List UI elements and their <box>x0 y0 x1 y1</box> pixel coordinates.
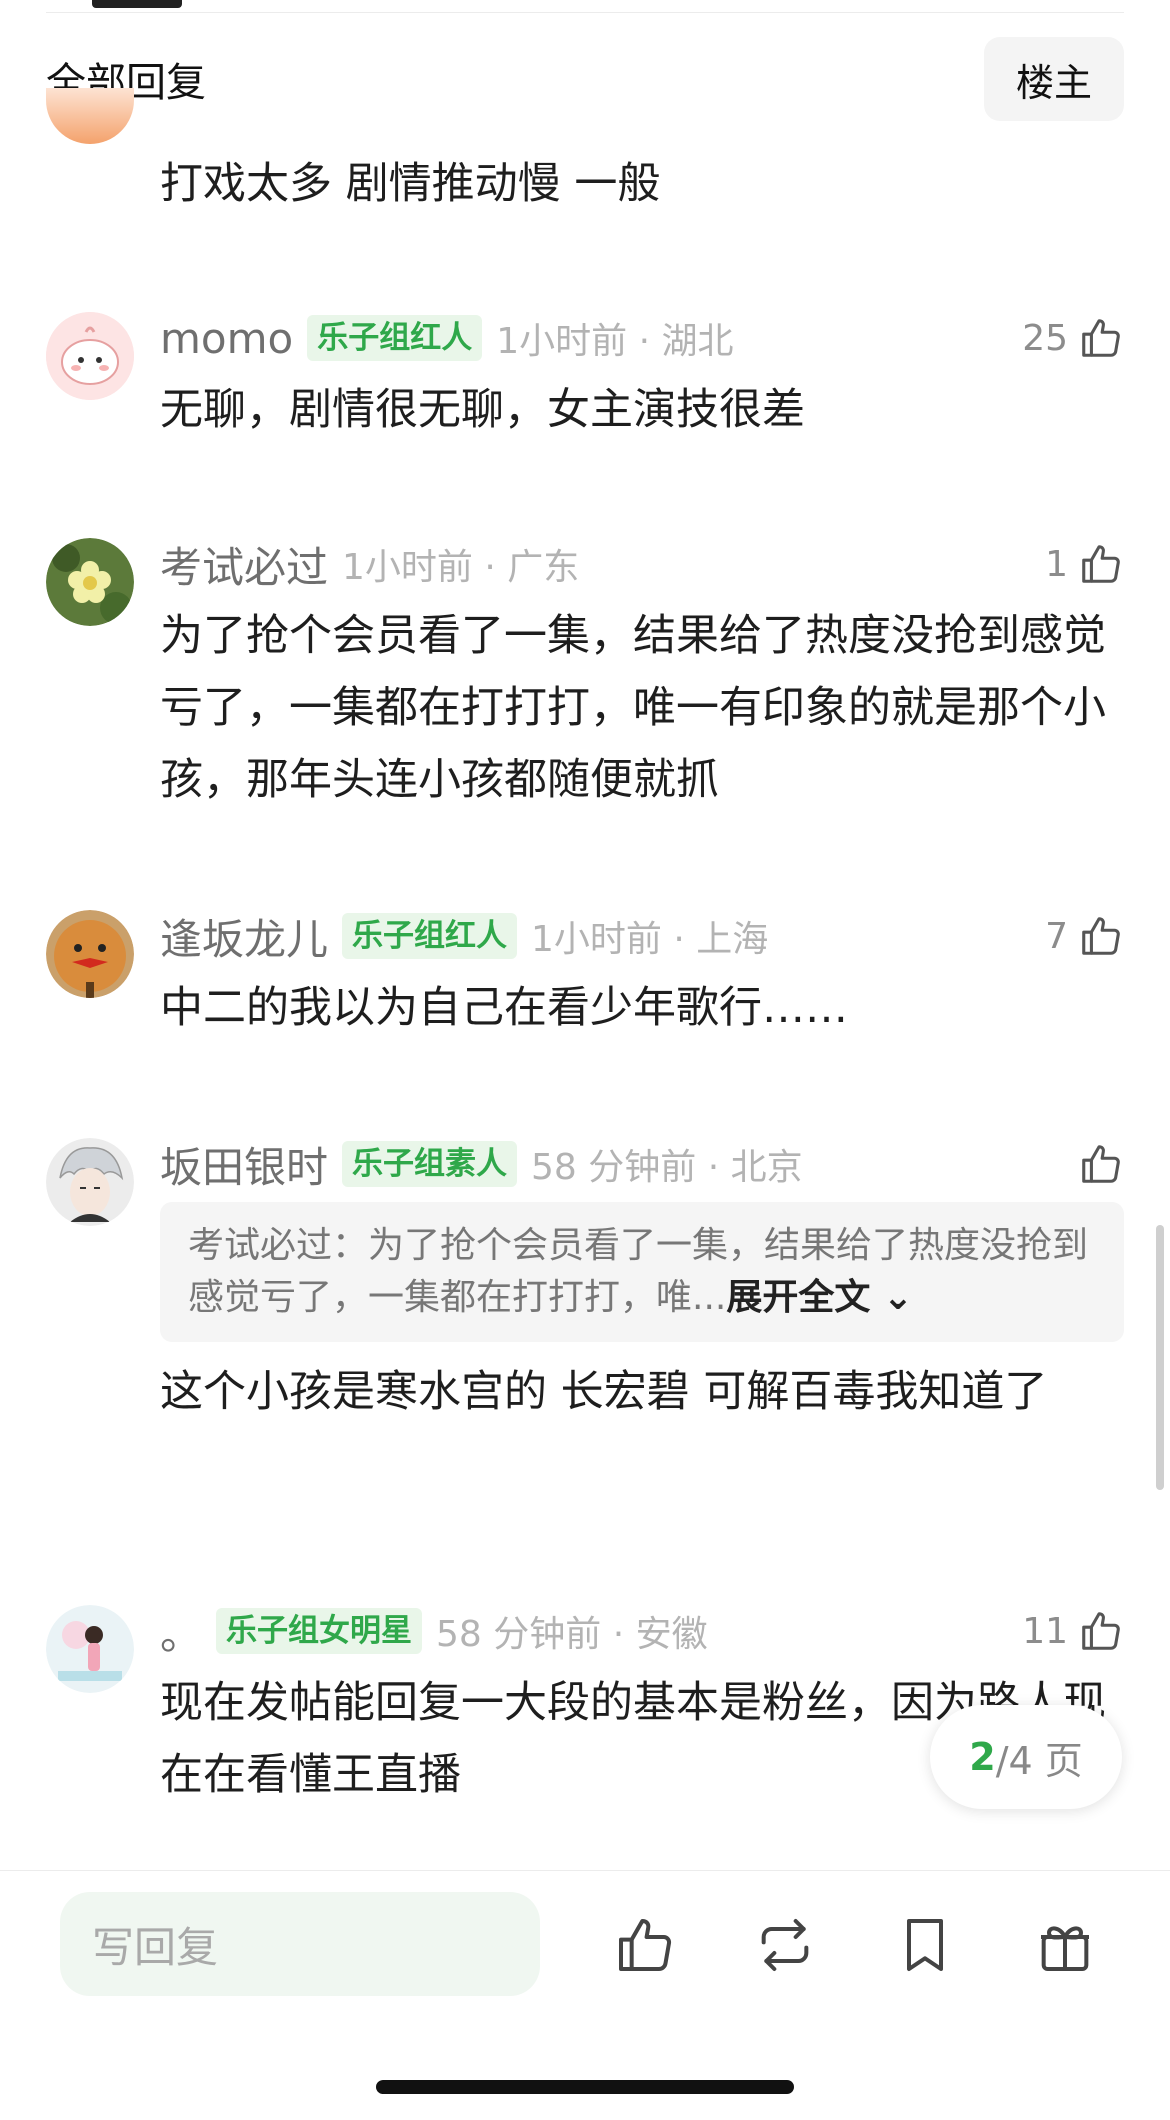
avatar[interactable] <box>46 538 134 626</box>
user-badge: 乐子组女明星 <box>216 1608 423 1654</box>
like-count: 25 <box>1022 317 1068 359</box>
like-button[interactable]: 11 <box>1022 1605 1124 1657</box>
avatar[interactable] <box>46 88 134 144</box>
like-button[interactable]: 1 <box>1045 538 1124 590</box>
top-tab-indicator <box>92 0 182 8</box>
owner-only-button[interactable]: 楼主 <box>983 37 1124 121</box>
expand-full-text-link[interactable]: 展开全文 ⌄ <box>726 1277 913 1318</box>
thumbs-up-icon <box>1078 315 1124 361</box>
thumbs-up-icon <box>1078 913 1124 959</box>
comment-text: 这个小孩是寒水宫的 长宏碧 可解百毒我知道了 <box>160 1367 1048 1417</box>
chevron-down-icon: ⌄ <box>882 1277 914 1318</box>
like-count: 1 <box>1045 543 1068 585</box>
timestamp-location: 1小时前 · 湖北 <box>496 321 734 362</box>
like-button[interactable] <box>1078 1138 1124 1190</box>
avatar[interactable] <box>46 312 134 400</box>
thumbs-up-icon <box>1078 541 1124 587</box>
reply-placeholder: 写回复 <box>92 1922 219 1972</box>
comment-text: 打戏太多 剧情推动慢 一般 <box>160 159 661 209</box>
like-button[interactable]: 7 <box>1045 910 1124 962</box>
timestamp-location: 58 分钟前 · 安徽 <box>436 1614 708 1655</box>
reply-input[interactable]: 写回复 <box>60 1892 540 1996</box>
scrollbar[interactable] <box>1156 1225 1164 1490</box>
timestamp-location: 58 分钟前 · 北京 <box>531 1147 803 1188</box>
repost-icon[interactable] <box>750 1910 820 1980</box>
user-badge: 乐子组红人 <box>307 315 483 361</box>
quote-text: 考试必过：为了抢个会员看了一集，结果给了热度没抢到感觉亏了，一集都在打打打，唯.… <box>188 1225 1089 1318</box>
comment-text: 中二的我以为自己在看少年歌行…… <box>160 983 848 1033</box>
replies-header: 全部回复 楼主 <box>46 36 1124 122</box>
bookmark-icon[interactable] <box>890 1910 960 1980</box>
avatar[interactable] <box>46 1605 134 1693</box>
username[interactable]: momo <box>160 314 293 363</box>
like-button[interactable]: 25 <box>1022 312 1124 364</box>
pagination-button[interactable]: 2/4 页 <box>930 1705 1122 1809</box>
avatar[interactable] <box>46 910 134 998</box>
divider <box>0 1870 1170 1871</box>
divider <box>46 12 1124 13</box>
gift-icon[interactable] <box>1030 1910 1100 1980</box>
timestamp-location: 1小时前 · 广东 <box>342 547 580 588</box>
quoted-reply[interactable]: 考试必过：为了抢个会员看了一集，结果给了热度没抢到感觉亏了，一集都在打打打，唯.… <box>160 1202 1124 1342</box>
like-count: 7 <box>1045 915 1068 957</box>
current-page: 2 <box>969 1735 996 1779</box>
thumbs-up-icon <box>1078 1608 1124 1654</box>
comment-text: 无聊，剧情很无聊，女主演技很差 <box>160 385 805 435</box>
home-indicator <box>376 2080 794 2094</box>
comment-text: 为了抢个会员看了一集，结果给了热度没抢到感觉亏了，一集都在打打打，唯一有印象的就… <box>160 611 1106 805</box>
user-badge: 乐子组素人 <box>342 1141 518 1187</box>
username[interactable]: 考试必过 <box>160 534 328 595</box>
like-icon[interactable] <box>610 1910 680 1980</box>
like-count: 11 <box>1022 1610 1068 1652</box>
user-badge: 乐子组红人 <box>342 913 518 959</box>
thumbs-up-icon <box>1078 1141 1124 1187</box>
username[interactable]: 坂田银时 <box>160 1134 328 1195</box>
username[interactable]: 。 <box>160 1601 202 1662</box>
username[interactable]: 逢坂龙儿 <box>160 906 328 967</box>
avatar[interactable] <box>46 1138 134 1226</box>
timestamp-location: 1小时前 · 上海 <box>531 919 769 960</box>
total-pages: /4 页 <box>995 1738 1083 1783</box>
